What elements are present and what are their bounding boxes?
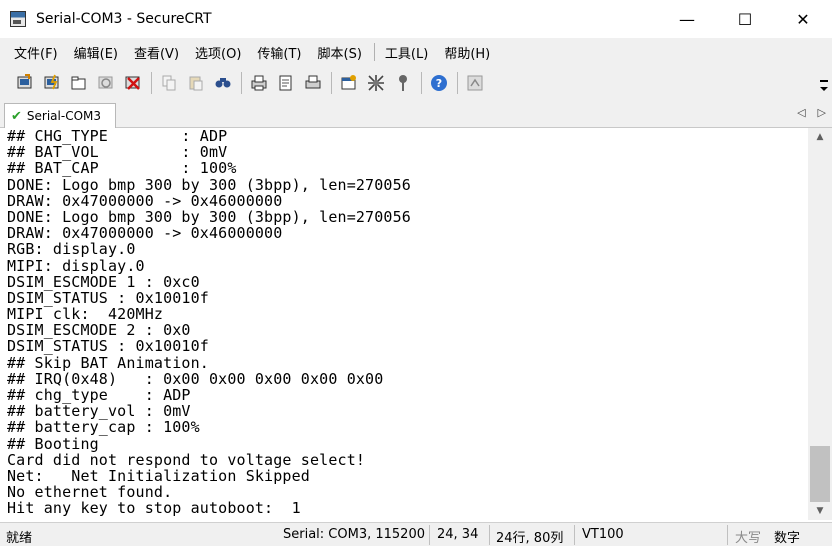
print-screen-icon[interactable] [302,73,323,93]
toolbar-separator [151,72,152,94]
menu-file[interactable]: 文件(F) [14,43,58,62]
maximize-button[interactable]: ☐ [716,0,774,38]
status-emulation: VT100 [582,527,624,542]
scroll-up-arrow-icon[interactable]: ▲ [808,128,832,146]
menu-transfer[interactable]: 传输(T) [257,43,301,62]
terminal-line: MIPI clk: 420MHz [7,305,164,324]
status-ready: 就绪 [6,531,33,546]
terminal-line: DSIM_STATUS : 0x10010f [7,337,209,356]
status-connection: Serial: COM3, 115200 [283,527,425,542]
status-separator [489,525,490,545]
terminal-line: DSIM_ESCMODE 2 : 0x0 [7,321,191,340]
minimize-button[interactable]: — [658,0,716,38]
toolbar-separator [457,72,458,94]
keymap-icon[interactable] [392,73,413,93]
terminal-line: ## BAT_VOL : 0mV [7,143,228,162]
menu-help[interactable]: 帮助(H) [444,43,490,62]
status-num-lock: 数字 [774,531,801,546]
terminal-line: DRAW: 0x47000000 -> 0x46000000 [7,224,283,243]
menu-script[interactable]: 脚本(S) [318,43,362,62]
window-controls: — ☐ ✕ [658,0,832,38]
scroll-down-arrow-icon[interactable]: ▼ [808,502,832,520]
securecrt-app-icon[interactable] [10,11,26,27]
close-button[interactable]: ✕ [774,0,832,38]
terminal-line: DONE: Logo bmp 300 by 300 (3bpp), len=27… [7,207,411,226]
terminal-line: Net: Net Initialization Skipped [7,466,310,485]
reconnect-icon[interactable] [95,73,116,93]
terminal-line: MIPI: display.0 [7,256,145,275]
terminal-line: DSIM_STATUS : 0x10010f [7,288,209,307]
copy-icon[interactable] [158,73,179,93]
find-icon[interactable] [212,73,233,93]
terminal-line: Hit any key to stop autoboot: 1 [7,499,301,518]
status-separator [574,525,575,545]
toolbar-separator [241,72,242,94]
terminal-line: No ethernet found. [7,483,173,502]
toolbar-separator [331,72,332,94]
menu-tools[interactable]: 工具(L) [385,43,428,62]
tab-navigation: ◁ ▷ [797,106,826,119]
toolbar-separator [421,72,422,94]
status-separator [429,525,430,545]
status-terminal-size: 24行, 80列 [496,531,564,546]
sftp-icon[interactable] [464,73,485,93]
menu-view[interactable]: 查看(V) [134,43,179,62]
global-options-icon[interactable] [365,73,386,93]
connect-icon[interactable] [14,73,35,93]
terminal-line: ## BAT_CAP : 100% [7,159,237,178]
tab-scroll-right-icon[interactable]: ▷ [818,106,826,119]
toolbar-overflow-icon[interactable] [820,80,828,91]
paste-icon[interactable] [185,73,206,93]
terminal-line: ## Skip BAT Animation. [7,353,209,372]
vertical-scrollbar[interactable]: ▲ ▼ [808,128,832,520]
terminal-line: DSIM_ESCMODE 1 : 0xc0 [7,272,200,291]
window-title: Serial-COM3 - SecureCRT [36,11,212,27]
connected-check-icon: ✔ [11,108,22,124]
status-cursor-position: 24, 34 [437,527,479,542]
terminal-line: DRAW: 0x47000000 -> 0x46000000 [7,191,283,210]
menu-separator [373,43,375,61]
status-separator [727,525,728,545]
tab-bar: ✔ Serial-COM3 ◁ ▷ [0,100,832,128]
menu-options[interactable]: 选项(O) [195,43,241,62]
status-caps-lock: 大写 [735,531,762,546]
menu-bar: 文件(F) 编辑(E) 查看(V) 选项(O) 传输(T) 脚本(S) 工具(L… [0,38,832,66]
terminal-line: ## battery_vol : 0mV [7,402,191,421]
terminal-line: ## Booting [7,434,99,453]
session-options-icon[interactable] [338,73,359,93]
print-icon[interactable] [248,73,269,93]
terminal-screen[interactable]: ## CHG_TYPE : ADP ## BAT_VOL : 0mV ## BA… [0,128,808,520]
tab-scroll-left-icon[interactable]: ◁ [797,106,805,119]
terminal-line: ## chg_type : ADP [7,386,191,404]
menu-edit[interactable]: 编辑(E) [74,43,118,62]
tab-label: Serial-COM3 [26,109,102,123]
scrollbar-thumb[interactable] [810,446,830,502]
terminal-line: ## CHG_TYPE : ADP [7,128,228,145]
toolbar: ? [0,66,832,100]
help-icon[interactable]: ? [428,73,449,93]
terminal-line: ## battery_cap : 100% [7,418,200,437]
title-bar: Serial-COM3 - SecureCRT — ☐ ✕ [0,0,832,38]
tab-serial-com3[interactable]: ✔ Serial-COM3 [4,103,116,128]
connect-in-tab-icon[interactable] [68,73,89,93]
quick-connect-icon[interactable] [41,73,62,93]
terminal-line: DONE: Logo bmp 300 by 300 (3bpp), len=27… [7,175,411,194]
disconnect-icon[interactable] [122,73,143,93]
print-selection-icon[interactable] [275,73,296,93]
status-bar: 就绪 Serial: COM3, 115200 24, 34 24行, 80列 … [0,522,832,546]
terminal-line: ## IRQ(0x48) : 0x00 0x00 0x00 0x00 0x00 [7,369,384,388]
terminal-line: Card did not respond to voltage select! [7,450,366,469]
svg-text:?: ? [435,77,441,90]
terminal-line: RGB: display.0 [7,240,136,259]
